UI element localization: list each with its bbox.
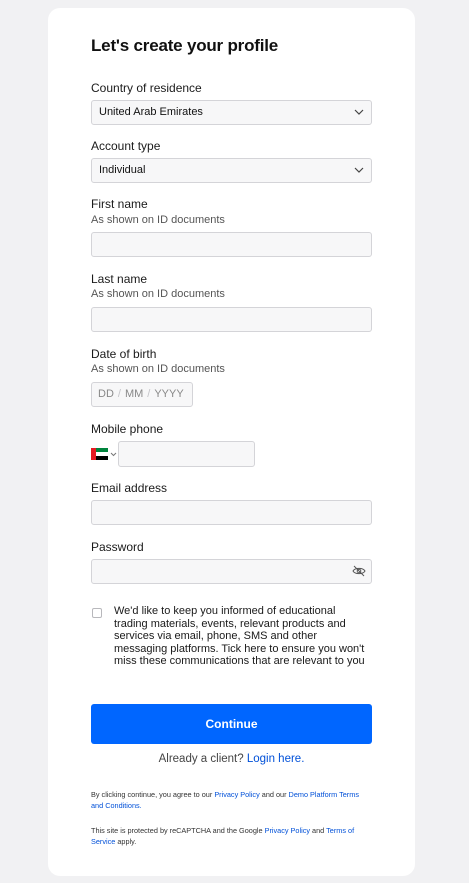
dob-year[interactable]: YYYY	[154, 388, 183, 400]
dob-separator: /	[147, 388, 151, 400]
chevron-down-icon	[354, 109, 364, 115]
dob-input[interactable]: DD / MM / YYYY	[91, 382, 193, 407]
privacy-policy-link[interactable]: Privacy Policy	[214, 790, 259, 799]
dob-day[interactable]: DD	[98, 388, 114, 400]
account-type-label: Account type	[91, 139, 161, 153]
country-value: United Arab Emirates	[99, 106, 203, 118]
chevron-down-icon	[354, 167, 364, 173]
eye-off-icon[interactable]	[352, 565, 366, 577]
dob-separator: /	[117, 388, 121, 400]
phone-input[interactable]	[118, 441, 255, 467]
phone-label: Mobile phone	[91, 422, 164, 436]
login-link[interactable]: Login here.	[247, 753, 305, 765]
last-name-input[interactable]	[91, 307, 372, 332]
first-name-label: First name	[91, 197, 148, 211]
uae-flag-icon[interactable]	[91, 448, 108, 460]
page-title: Let's create your profile	[91, 36, 279, 55]
terms-prefix: By clicking continue, you agree to our	[91, 790, 213, 799]
google-privacy-link[interactable]: Privacy Policy	[265, 826, 310, 835]
account-type-value: Individual	[99, 164, 146, 176]
terms-notice: By clicking continue, you agree to our P…	[91, 789, 372, 811]
first-name-input[interactable]	[91, 232, 372, 257]
recaptcha-suffix: apply.	[117, 837, 137, 846]
password-label: Password	[91, 540, 144, 554]
terms-and: and our	[261, 790, 287, 799]
password-input[interactable]	[91, 559, 372, 584]
already-client: Already a client? Login here.	[91, 753, 372, 765]
dob-label: Date of birth	[91, 347, 157, 361]
last-name-hint: As shown on ID documents	[91, 288, 225, 300]
recaptcha-notice: This site is protected by reCAPTCHA and …	[91, 825, 372, 847]
chevron-down-icon[interactable]	[110, 452, 117, 457]
last-name-label: Last name	[91, 272, 148, 286]
dob-month[interactable]: MM	[125, 388, 143, 400]
signup-card: Let's create your profile Country of res…	[48, 8, 415, 876]
consent-text: We'd like to keep you informed of educat…	[114, 605, 365, 667]
continue-button[interactable]: Continue	[91, 704, 372, 744]
first-name-hint: As shown on ID documents	[91, 214, 225, 226]
recaptcha-prefix: This site is protected by reCAPTCHA and …	[91, 826, 263, 835]
email-label: Email address	[91, 481, 168, 495]
country-select[interactable]: United Arab Emirates	[91, 100, 372, 125]
consent-checkbox[interactable]	[92, 608, 102, 618]
account-type-select[interactable]: Individual	[91, 158, 372, 183]
country-label: Country of residence	[91, 81, 202, 95]
recaptcha-and: and	[312, 826, 325, 835]
dob-hint: As shown on ID documents	[91, 363, 225, 375]
already-client-text: Already a client?	[158, 753, 244, 765]
email-input[interactable]	[91, 500, 372, 525]
